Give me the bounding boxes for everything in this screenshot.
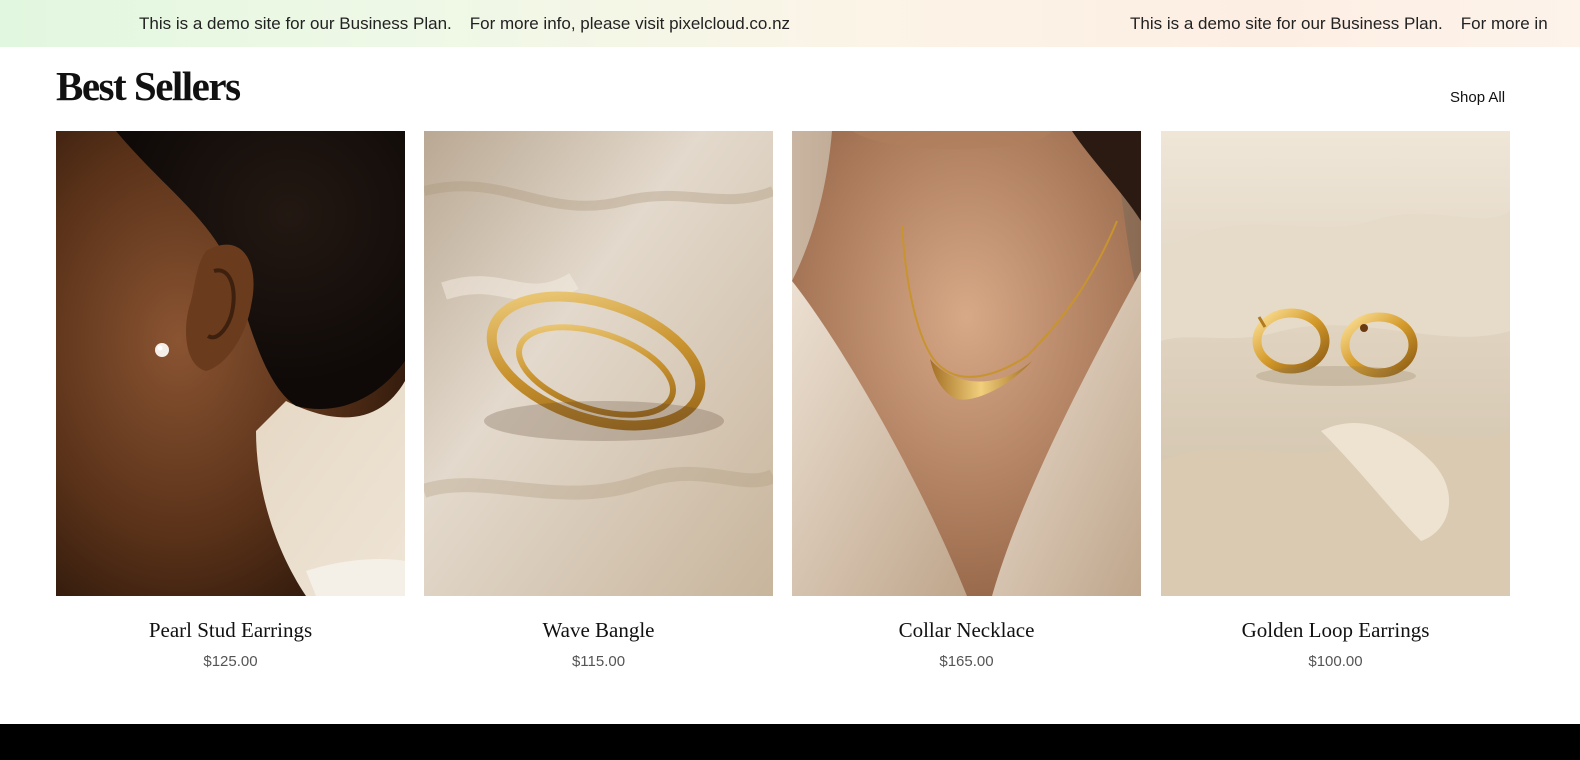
product-image-collar-necklace[interactable]: [792, 131, 1141, 596]
product-card-pearl-stud-earrings[interactable]: Pearl Stud Earrings $125.00: [56, 131, 405, 670]
announcement-marquee: This is a demo site for our Business Pla…: [139, 0, 790, 47]
product-card-wave-bangle[interactable]: Wave Bangle $115.00: [424, 131, 773, 670]
announcement-marquee-repeat: This is a demo site for our Business Pla…: [1130, 0, 1548, 47]
product-card-collar-necklace[interactable]: Collar Necklace $165.00: [792, 131, 1141, 670]
footer-bar: [0, 724, 1580, 760]
announcement-bar: This is a demo site for our Business Pla…: [0, 0, 1580, 47]
product-name[interactable]: Golden Loop Earrings: [1161, 618, 1510, 643]
gold-hoops-on-sand-photo: [1161, 131, 1510, 596]
product-name[interactable]: Collar Necklace: [792, 618, 1141, 643]
product-price: $100.00: [1308, 653, 1363, 670]
product-card-golden-loop-earrings[interactable]: Golden Loop Earrings $100.00: [1161, 131, 1510, 670]
gold-collar-necklace-on-neck-photo: [792, 131, 1141, 596]
product-price: $125.00: [203, 653, 258, 670]
product-image-pearl-stud-earrings[interactable]: [56, 131, 405, 596]
section-title: Best Sellers: [56, 63, 241, 109]
shop-all-link[interactable]: Shop All: [1450, 89, 1505, 106]
ear-with-pearl-stud-photo: [56, 131, 405, 596]
announcement-text-repeat: This is a demo site for our Business Pla…: [1130, 13, 1443, 33]
gold-bangle-on-linen-photo: [424, 131, 773, 596]
product-price: $115.00: [571, 653, 626, 670]
product-image-golden-loop-earrings[interactable]: [1161, 131, 1510, 596]
announcement-link-text[interactable]: For more info, please visit pixelcloud.c…: [470, 14, 790, 34]
product-image-wave-bangle[interactable]: [424, 131, 773, 596]
announcement-link-text-repeat[interactable]: For more in: [1461, 14, 1548, 34]
product-name[interactable]: Pearl Stud Earrings: [56, 618, 405, 643]
product-name[interactable]: Wave Bangle: [424, 618, 773, 643]
announcement-text: This is a demo site for our Business Pla…: [139, 13, 452, 33]
product-price: $165.00: [939, 653, 994, 670]
